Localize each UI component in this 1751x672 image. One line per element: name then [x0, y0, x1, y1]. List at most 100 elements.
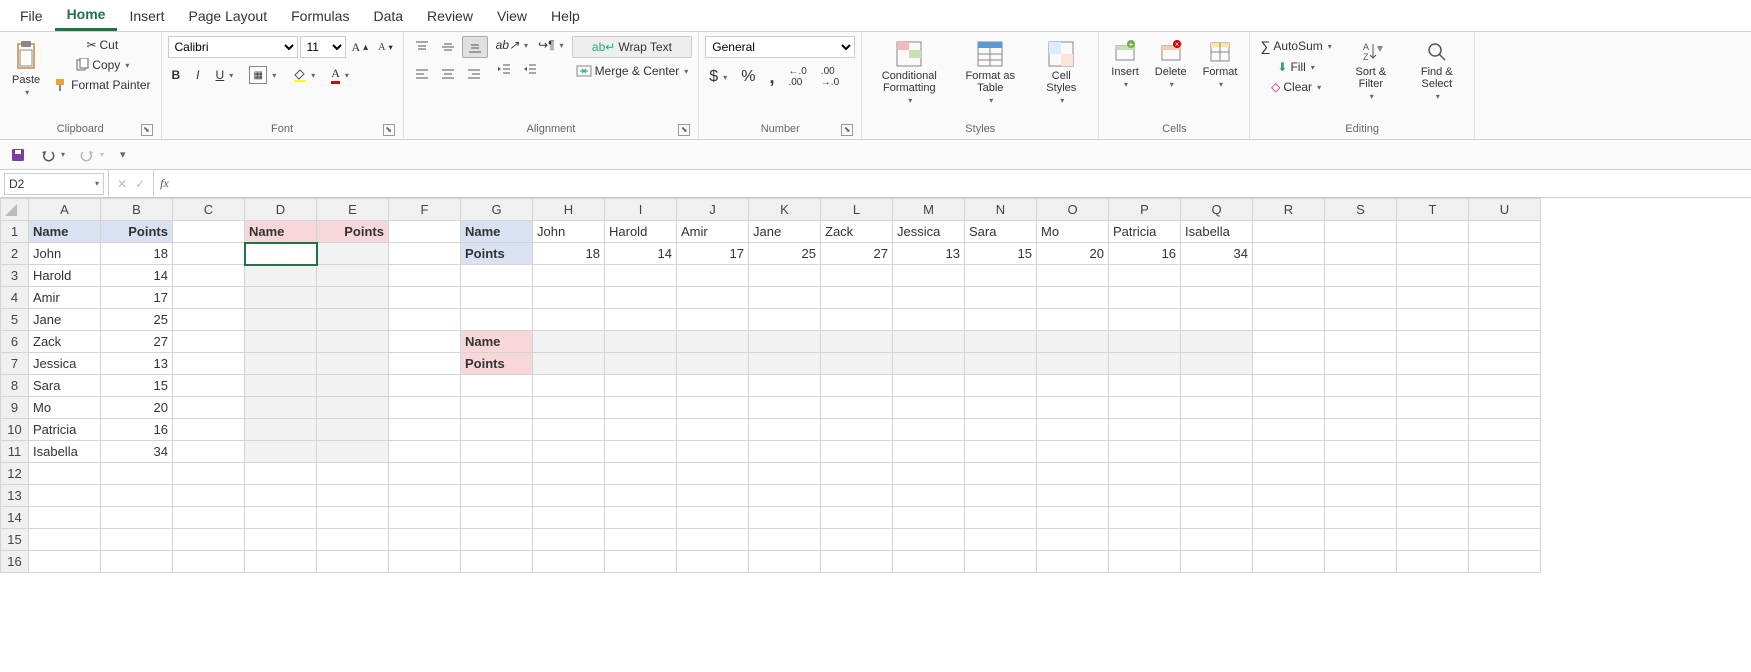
cell-I15[interactable]	[605, 529, 677, 551]
cell-E10[interactable]	[317, 419, 389, 441]
row-header-10[interactable]: 10	[1, 419, 29, 441]
cell-N14[interactable]	[965, 507, 1037, 529]
cell-Q15[interactable]	[1181, 529, 1253, 551]
cell-F10[interactable]	[389, 419, 461, 441]
row-header-7[interactable]: 7	[1, 353, 29, 375]
cell-L8[interactable]	[821, 375, 893, 397]
copy-button[interactable]: Copy ▾	[50, 56, 154, 74]
dialog-launcher-icon[interactable]: ⬊	[141, 124, 153, 136]
decrease-decimal-button[interactable]: .00→.0	[817, 64, 843, 90]
cell-C4[interactable]	[173, 287, 245, 309]
cell-C11[interactable]	[173, 441, 245, 463]
decrease-indent-button[interactable]	[492, 60, 516, 78]
cell-A12[interactable]	[29, 463, 101, 485]
cell-N10[interactable]	[965, 419, 1037, 441]
cell-G1[interactable]: Name	[461, 221, 533, 243]
cell-U5[interactable]	[1469, 309, 1541, 331]
cell-R14[interactable]	[1253, 507, 1325, 529]
cell-G10[interactable]	[461, 419, 533, 441]
cell-P12[interactable]	[1109, 463, 1181, 485]
cell-Q10[interactable]	[1181, 419, 1253, 441]
cell-S10[interactable]	[1325, 419, 1397, 441]
orientation-button[interactable]: ab↗▾	[492, 36, 532, 54]
merge-center-button[interactable]: Merge & Center ▾	[572, 62, 693, 80]
cell-H7[interactable]	[533, 353, 605, 375]
cell-G7[interactable]: Points	[461, 353, 533, 375]
cell-I1[interactable]: Harold	[605, 221, 677, 243]
cell-M2[interactable]: 13	[893, 243, 965, 265]
cell-G12[interactable]	[461, 463, 533, 485]
cancel-formula-button[interactable]: ✕	[117, 177, 127, 191]
cell-R1[interactable]	[1253, 221, 1325, 243]
cell-A14[interactable]	[29, 507, 101, 529]
cell-R8[interactable]	[1253, 375, 1325, 397]
cell-A10[interactable]: Patricia	[29, 419, 101, 441]
cell-S14[interactable]	[1325, 507, 1397, 529]
cell-D2[interactable]	[245, 243, 317, 265]
cell-D9[interactable]	[245, 397, 317, 419]
align-right-button[interactable]	[462, 64, 486, 84]
cell-P2[interactable]: 16	[1109, 243, 1181, 265]
increase-indent-button[interactable]	[518, 60, 542, 78]
cell-H5[interactable]	[533, 309, 605, 331]
cell-T13[interactable]	[1397, 485, 1469, 507]
cell-S6[interactable]	[1325, 331, 1397, 353]
cell-I10[interactable]	[605, 419, 677, 441]
cell-P16[interactable]	[1109, 551, 1181, 573]
cell-R2[interactable]	[1253, 243, 1325, 265]
cell-N3[interactable]	[965, 265, 1037, 287]
cell-P9[interactable]	[1109, 397, 1181, 419]
bold-button[interactable]: B	[168, 66, 185, 84]
cell-M10[interactable]	[893, 419, 965, 441]
cell-I4[interactable]	[605, 287, 677, 309]
cell-E3[interactable]	[317, 265, 389, 287]
cell-C2[interactable]	[173, 243, 245, 265]
cell-L1[interactable]: Zack	[821, 221, 893, 243]
cell-M13[interactable]	[893, 485, 965, 507]
align-bottom-button[interactable]	[462, 36, 488, 58]
cell-S9[interactable]	[1325, 397, 1397, 419]
cell-K1[interactable]: Jane	[749, 221, 821, 243]
cell-O15[interactable]	[1037, 529, 1109, 551]
cell-P14[interactable]	[1109, 507, 1181, 529]
cell-Q14[interactable]	[1181, 507, 1253, 529]
cell-T10[interactable]	[1397, 419, 1469, 441]
col-header-C[interactable]: C	[173, 199, 245, 221]
cell-D1[interactable]: Name	[245, 221, 317, 243]
cell-G4[interactable]	[461, 287, 533, 309]
cell-B3[interactable]: 14	[101, 265, 173, 287]
cell-A15[interactable]	[29, 529, 101, 551]
italic-button[interactable]: I	[192, 66, 203, 84]
cell-F4[interactable]	[389, 287, 461, 309]
dialog-launcher-icon[interactable]: ⬊	[383, 124, 395, 136]
cell-H2[interactable]: 18	[533, 243, 605, 265]
row-header-11[interactable]: 11	[1, 441, 29, 463]
cell-I13[interactable]	[605, 485, 677, 507]
cell-R4[interactable]	[1253, 287, 1325, 309]
cell-H13[interactable]	[533, 485, 605, 507]
cell-T2[interactable]	[1397, 243, 1469, 265]
cell-S16[interactable]	[1325, 551, 1397, 573]
menu-review[interactable]: Review	[415, 2, 485, 30]
cell-D3[interactable]	[245, 265, 317, 287]
cell-E5[interactable]	[317, 309, 389, 331]
spreadsheet-grid[interactable]: ABCDEFGHIJKLMNOPQRSTU1NamePointsNamePoin…	[0, 198, 1751, 672]
cell-A1[interactable]: Name	[29, 221, 101, 243]
cell-D12[interactable]	[245, 463, 317, 485]
dialog-launcher-icon[interactable]: ⬊	[841, 124, 853, 136]
cell-Q3[interactable]	[1181, 265, 1253, 287]
cell-P15[interactable]	[1109, 529, 1181, 551]
cell-Q12[interactable]	[1181, 463, 1253, 485]
cut-button[interactable]: ✂ Cut	[50, 36, 154, 54]
cell-A3[interactable]: Harold	[29, 265, 101, 287]
col-header-S[interactable]: S	[1325, 199, 1397, 221]
col-header-M[interactable]: M	[893, 199, 965, 221]
sort-filter-button[interactable]: AZ Sort & Filter▾	[1340, 36, 1402, 105]
cell-H14[interactable]	[533, 507, 605, 529]
cell-U7[interactable]	[1469, 353, 1541, 375]
enter-formula-button[interactable]: ✓	[135, 177, 145, 191]
font-color-button[interactable]: A▾	[327, 64, 353, 86]
cell-U15[interactable]	[1469, 529, 1541, 551]
cell-J12[interactable]	[677, 463, 749, 485]
cell-L12[interactable]	[821, 463, 893, 485]
